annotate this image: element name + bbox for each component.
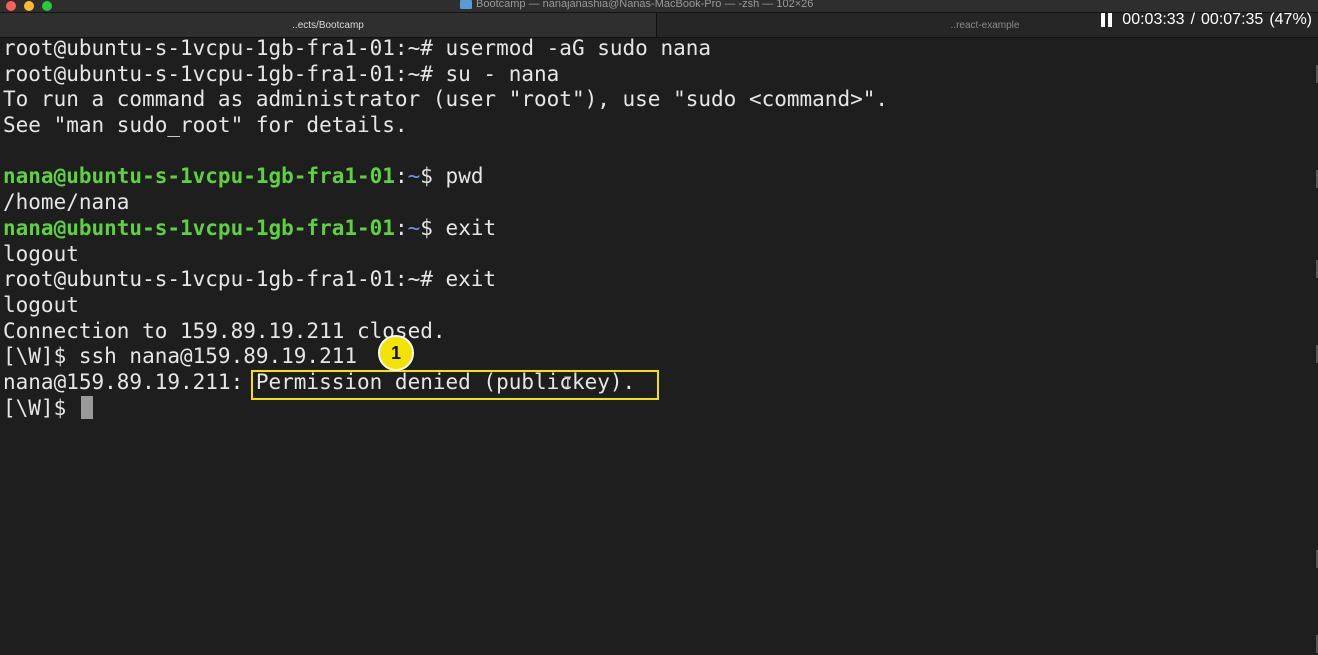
line-text: root@ubuntu-s-1vcpu-1gb-fra1-01:~# userm… — [3, 36, 712, 60]
minimize-window-button[interactable] — [24, 1, 34, 11]
tab-label: ..ects/Bootcamp — [292, 19, 364, 31]
scrollbar[interactable] — [1312, 40, 1318, 653]
prompt-sep: : — [394, 164, 408, 189]
line-text: /home/nana — [3, 190, 130, 215]
tab-bootcamp[interactable]: ..ects/Bootcamp — [0, 13, 657, 37]
window-title: Bootcamp — nanajanashia@Nanas-MacBook-Pr… — [460, 0, 813, 10]
terminal-line: /home/nana — [3, 190, 1318, 216]
terminal-output[interactable]: root@ubuntu-s-1vcpu-1gb-fra1-01:~# userm… — [3, 36, 1318, 655]
prompt-path: ~ — [407, 164, 421, 189]
folder-icon — [460, 0, 472, 9]
annotation-marker: 1 — [378, 335, 414, 371]
total-time: 00:07:35 — [1201, 11, 1264, 28]
current-time: 00:03:33 — [1122, 11, 1185, 28]
line-text: To run a command as administrator (user … — [3, 87, 889, 112]
line-text: [\W]$ ssh nana@159.89.19.211 — [3, 344, 358, 369]
line-text: root@ubuntu-s-1vcpu-1gb-fra1-01:~# su - … — [3, 61, 560, 86]
pause-icon[interactable] — [1101, 13, 1113, 27]
terminal-line: root@ubuntu-s-1vcpu-1gb-fra1-01:~# userm… — [3, 36, 1318, 62]
line-text: Connection to 159.89.19.211 closed. — [3, 318, 446, 343]
terminal-line: root@ubuntu-s-1vcpu-1gb-fra1-01:~# exit — [3, 267, 1318, 293]
command-text: pwd — [445, 164, 484, 189]
terminal-line: Connection to 159.89.19.211 closed. — [3, 319, 1318, 345]
terminal-line: logout — [3, 242, 1318, 268]
text-cursor-icon: I — [563, 373, 573, 392]
prompt-user: nana@ubuntu-s-1vcpu-1gb-fra1-01 — [3, 164, 395, 189]
command-text: exit — [445, 215, 497, 240]
terminal-line: nana@ubuntu-s-1vcpu-1gb-fra1-01:~$ pwd — [3, 164, 1318, 190]
terminal-line: root@ubuntu-s-1vcpu-1gb-fra1-01:~# su - … — [3, 62, 1318, 88]
line-text: See "man sudo_root" for details. — [3, 113, 408, 138]
prompt-path: ~ — [407, 215, 421, 240]
line-text: logout — [3, 241, 79, 266]
terminal-line: nana@159.89.19.211: Permission denied (p… — [3, 370, 1318, 396]
prompt-user: nana@ubuntu-s-1vcpu-1gb-fra1-01 — [3, 215, 395, 240]
line-text: logout — [3, 292, 79, 317]
marker-label: 1 — [390, 342, 401, 363]
video-time-overlay: 00:03:33 / 00:07:35 (47%) — [1101, 11, 1312, 29]
line-text: [\W]$ — [3, 395, 79, 420]
error-highlight-box — [251, 370, 659, 400]
close-window-button[interactable] — [6, 1, 16, 11]
terminal-line: [\W]$ — [3, 395, 1318, 422]
terminal-line: See "man sudo_root" for details. — [3, 113, 1318, 139]
traffic-lights — [6, 1, 52, 11]
window-title-text: Bootcamp — nanajanashia@Nanas-MacBook-Pr… — [476, 0, 814, 10]
progress-percent: (47%) — [1269, 11, 1312, 28]
terminal-cursor — [80, 395, 93, 419]
prompt-sep: : — [394, 215, 408, 240]
terminal-line: [\W]$ ssh nana@159.89.19.211 — [3, 344, 1318, 370]
terminal-line: nana@ubuntu-s-1vcpu-1gb-fra1-01:~$ exit — [3, 216, 1318, 242]
prompt-symbol: $ — [420, 164, 446, 189]
tab-label: ..react-example — [950, 19, 1020, 31]
line-text: root@ubuntu-s-1vcpu-1gb-fra1-01:~# exit — [3, 267, 497, 292]
terminal-line: logout — [3, 293, 1318, 319]
zoom-window-button[interactable] — [42, 1, 52, 11]
terminal-line: To run a command as administrator (user … — [3, 87, 1318, 113]
time-separator: / — [1190, 11, 1196, 28]
prompt-symbol: $ — [420, 215, 446, 240]
